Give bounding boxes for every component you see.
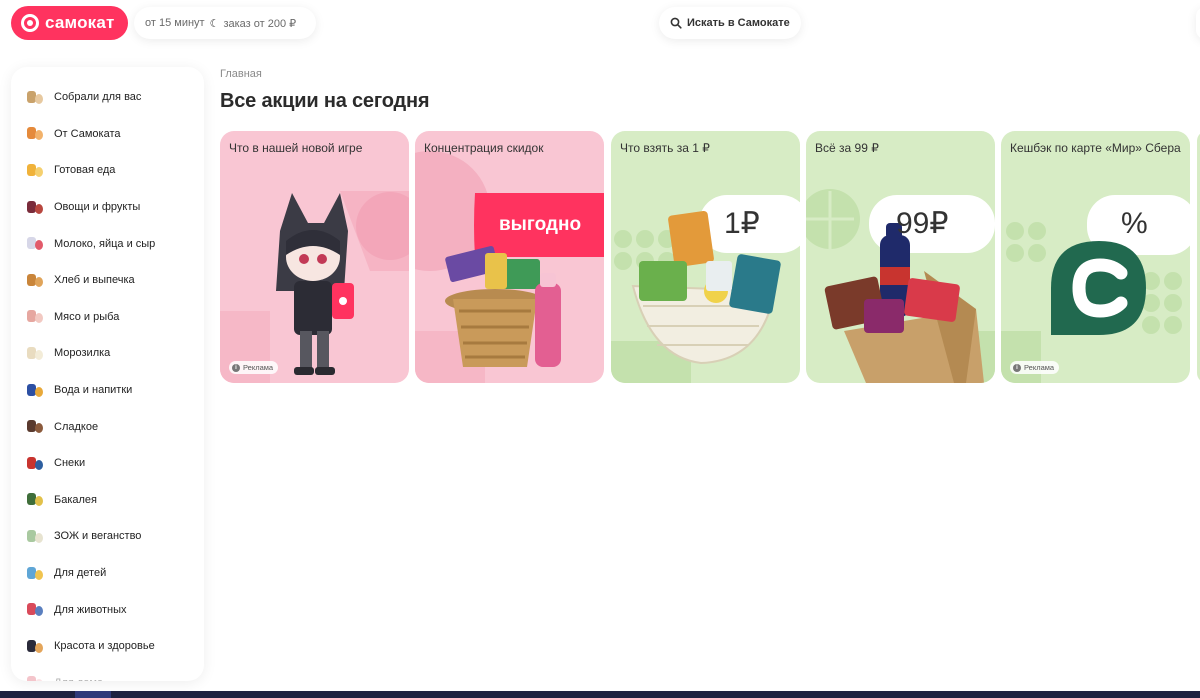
ad-label: Реклама <box>1024 363 1055 372</box>
ready-food-icon <box>23 159 46 182</box>
info-icon: i <box>1013 363 1021 372</box>
samokat-brand-icon <box>23 122 46 145</box>
sidebar-item[interactable]: Овощи и фрукты <box>11 189 204 226</box>
sidebar-item-label: Красота и здоровье <box>54 640 155 653</box>
drinks-icon <box>23 379 46 402</box>
promo-price-text: 1₽ <box>724 207 760 240</box>
card-title: Кешбэк по карте «Мир» Сбера <box>1010 141 1181 155</box>
healthy-icon <box>23 525 46 548</box>
min-order: заказ от 200 ₽ <box>223 17 297 30</box>
sidebar-item-label: Для дома <box>54 677 103 681</box>
bottom-edge-bar <box>0 691 1200 698</box>
promo-cards: Что в нашей новой игре i Реклама Концент… <box>220 131 1200 383</box>
promo-percent-text: % <box>1121 207 1148 240</box>
promo-badge-text: выгодно <box>499 214 582 235</box>
sidebar-item[interactable]: Красота и здоровье <box>11 628 204 665</box>
sidebar-item[interactable]: Готовая еда <box>11 152 204 189</box>
sidebar-item-label: ЗОЖ и веганство <box>54 530 142 543</box>
moon-icon: ☾ <box>209 17 220 30</box>
search-label: Искать в Самокате <box>687 17 790 29</box>
page: самокат от 15 минут ☾ заказ от 200 ₽ Иск… <box>0 0 1200 698</box>
sidebar-item[interactable]: Для детей <box>11 555 204 592</box>
sweets-icon <box>23 415 46 438</box>
sidebar-item-label: Сладкое <box>54 420 99 433</box>
sidebar-item-label: Готовая еда <box>54 164 116 177</box>
ad-badge: i Реклама <box>229 361 279 374</box>
home-goods-icon <box>23 671 46 681</box>
sidebar-item[interactable]: Морозилка <box>11 335 204 372</box>
vegetables-icon <box>23 196 46 219</box>
sidebar-item-label: Собрали для вас <box>54 91 142 104</box>
promo-card-game[interactable]: Что в нашей новой игре i Реклама <box>220 131 409 383</box>
ad-label: Реклама <box>243 363 274 372</box>
promo-card-99-rubles[interactable]: Всё за 99 ₽ 99₽ <box>806 131 995 383</box>
info-icon: i <box>232 363 240 372</box>
sidebar-item[interactable]: Бакалея <box>11 482 204 519</box>
string-bag-illustration <box>611 210 781 383</box>
sidebar-item-label: Для детей <box>54 567 107 580</box>
promo-card-one-ruble[interactable]: Что взять за 1 ₽ 1₽ <box>611 131 800 383</box>
card-title: Что в нашей новой игре <box>229 141 363 155</box>
snacks-icon <box>23 452 46 475</box>
grocery-icon <box>23 488 46 511</box>
sidebar-item[interactable]: Для животных <box>11 591 204 628</box>
sidebar-item[interactable]: Снеки <box>11 445 204 482</box>
sidebar-item[interactable]: Молоко, яйца и сыр <box>11 225 204 262</box>
promo-card-discounts[interactable]: Концентрация скидок выгодно <box>415 131 604 383</box>
kids-icon <box>23 562 46 585</box>
ad-badge: i Реклама <box>1010 361 1060 374</box>
sidebar-item[interactable]: Мясо и рыба <box>11 299 204 336</box>
sidebar-item-label: Для животных <box>54 603 127 616</box>
bottom-edge-accent <box>75 691 111 698</box>
card-title: Концентрация скидок <box>424 141 544 155</box>
sidebar-item[interactable]: Хлеб и выпечка <box>11 262 204 299</box>
sidebar-item[interactable]: Для дома <box>11 665 204 681</box>
dairy-icon <box>23 232 46 255</box>
promo-card-mir-cashback[interactable]: Кешбэк по карте «Мир» Сбера % i Реклама <box>1001 131 1190 383</box>
collection-icon <box>23 86 46 109</box>
bread-icon <box>23 269 46 292</box>
sidebar-item-label: Снеки <box>54 457 86 470</box>
page-title: Все акции на сегодня <box>220 90 430 112</box>
sidebar-item[interactable]: Собрали для вас <box>11 79 204 116</box>
sidebar-item-label: Мясо и рыба <box>54 310 120 323</box>
sidebar-item-label: От Самоката <box>54 127 121 140</box>
breadcrumb[interactable]: Главная <box>220 68 262 80</box>
search-icon <box>670 17 682 29</box>
sidebar-item[interactable]: От Самоката <box>11 116 204 153</box>
logo-text: самокат <box>45 13 115 32</box>
pets-icon <box>23 598 46 621</box>
sidebar-item[interactable]: Сладкое <box>11 408 204 445</box>
sidebar-item[interactable]: ЗОЖ и веганство <box>11 518 204 555</box>
samokat-logo-icon <box>21 14 39 32</box>
beauty-icon <box>23 635 46 658</box>
sidebar-item-label: Бакалея <box>54 493 98 506</box>
card-title: Что взять за 1 ₽ <box>620 141 710 155</box>
sidebar-item[interactable]: Вода и напитки <box>11 372 204 409</box>
sber-logo-illustration <box>1001 222 1182 383</box>
search-button[interactable]: Искать в Самокате <box>659 7 801 39</box>
card-title: Всё за 99 ₽ <box>815 141 879 155</box>
paper-bag-illustration <box>806 189 995 383</box>
gift-basket-illustration <box>415 151 604 383</box>
sidebar-item-label: Хлеб и выпечка <box>54 274 135 287</box>
delivery-info-button[interactable]: от 15 минут ☾ заказ от 200 ₽ <box>134 7 316 39</box>
category-sidebar: Собрали для вас От Самоката Готовая еда Ово… <box>11 67 204 681</box>
sidebar-item-label: Овощи и фрукты <box>54 201 141 214</box>
game-character-illustration <box>220 191 409 383</box>
samokat-logo[interactable]: самокат <box>11 6 128 40</box>
header-right-button[interactable] <box>1196 7 1200 39</box>
sidebar-item-label: Вода и напитки <box>54 384 133 397</box>
meat-icon <box>23 305 46 328</box>
sidebar-item-label: Морозилка <box>54 347 111 360</box>
delivery-time: от 15 минут <box>145 17 205 29</box>
promo-price-text: 99₽ <box>896 207 949 240</box>
sidebar-item-label: Молоко, яйца и сыр <box>54 237 156 250</box>
frozen-icon <box>23 342 46 365</box>
